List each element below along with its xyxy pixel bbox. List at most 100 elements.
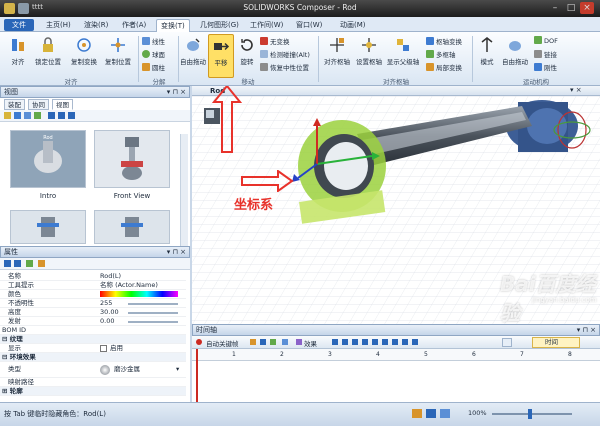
enable-checkbox[interactable] [100, 345, 107, 352]
view-thumbnail-front[interactable] [94, 130, 170, 188]
timeline-ruler[interactable]: 1 2 3 4 5 6 7 8 [192, 349, 600, 402]
opacity-slider[interactable] [128, 303, 178, 305]
copy-position-icon [111, 38, 125, 52]
rigid[interactable]: 刚性 [534, 62, 557, 72]
time-mode-dropdown[interactable]: 时间 [532, 337, 580, 348]
link[interactable]: 链接 [534, 49, 557, 59]
minimize-icon[interactable]: – [548, 2, 562, 14]
render-mode-icon[interactable] [440, 409, 450, 418]
view-mode-icon[interactable] [412, 409, 422, 418]
lock-position-button[interactable]: 锁定位置 [32, 36, 64, 66]
rotate-button[interactable]: 旋转 [236, 36, 258, 66]
set-pivot-icon [362, 38, 376, 52]
sort-icon[interactable] [4, 260, 11, 267]
maximize-icon[interactable]: □ [564, 2, 578, 14]
property-row[interactable]: 不透明性 255 [0, 299, 186, 308]
multi-pivot[interactable]: 多枢轴 [426, 49, 456, 59]
move-up-icon[interactable] [58, 112, 65, 119]
property-row[interactable]: 颜色 [0, 290, 186, 299]
local-transform[interactable]: 局部变换 [426, 62, 462, 72]
property-section[interactable]: ⊟ 纹理 [0, 335, 186, 344]
show-parent-pivot-button[interactable]: 显示父级轴 [386, 36, 420, 66]
property-row[interactable]: 高度 30.00 [0, 308, 186, 317]
property-row[interactable]: 类型 磨沙金属 ▾ [0, 362, 186, 378]
tab-workshops[interactable]: 工作间(W) [246, 19, 287, 32]
property-row[interactable]: 显示 启用 [0, 344, 186, 353]
property-row[interactable]: 映射路径 [0, 378, 186, 387]
alpha-sort-icon[interactable] [14, 260, 21, 267]
subtab-assembly[interactable]: 装配 [4, 99, 25, 110]
color-picker[interactable] [100, 291, 178, 297]
property-row[interactable]: BOM ID [0, 326, 186, 335]
play-view-icon[interactable] [48, 112, 55, 119]
translate-button[interactable]: 平移 [208, 34, 234, 78]
subtab-collaboration[interactable]: 协同 [28, 99, 49, 110]
kinematics-free-drag-button[interactable]: 自由拖动 [500, 36, 530, 66]
auto-keyframe-button[interactable]: 自动关键帧 [206, 338, 239, 348]
pin-icon[interactable]: ▾ ⊓ × [167, 87, 186, 97]
tab-home[interactable]: 主页(H) [42, 19, 75, 32]
tab-geometry[interactable]: 几何图形(G) [196, 19, 243, 32]
pin-icon[interactable]: ▾ ⊓ × [167, 247, 186, 257]
align-button[interactable]: 对齐 [8, 36, 28, 66]
tab-animation[interactable]: 动画(M) [336, 19, 370, 32]
property-row[interactable]: 名称 Rod(L) [0, 272, 186, 281]
effects-menu[interactable]: 效果 [304, 338, 317, 348]
property-row[interactable]: 发射 0.00 [0, 317, 186, 326]
property-section[interactable]: ⊞ 轮廓 [0, 387, 186, 396]
views-scrollbar[interactable] [180, 134, 188, 246]
tab-transform[interactable]: 变换(T) [156, 19, 190, 32]
pivot-transform[interactable]: 枢轴变换 [426, 36, 462, 46]
properties-option-icon[interactable] [38, 260, 45, 267]
restore-neutral[interactable]: 恢复中性位置 [260, 62, 309, 72]
explode-cylindrical[interactable]: 圆柱 [142, 62, 165, 72]
property-row[interactable]: 工具提示 名称 (Actor.Name) [0, 281, 186, 290]
record-icon[interactable] [196, 339, 202, 345]
effects-icon[interactable] [296, 339, 302, 345]
viewport-controls-icon[interactable]: ▾ × [570, 86, 582, 94]
free-drag-button[interactable]: 自由拖动 [180, 36, 206, 66]
view-thumbnail-3[interactable] [10, 210, 86, 244]
display-mode-icon[interactable] [426, 409, 436, 418]
chevron-down-icon[interactable]: ▾ [176, 365, 179, 374]
property-section[interactable]: ⊟ 环境效果 [0, 353, 186, 362]
mode-button[interactable]: 模式 [476, 36, 498, 66]
explode-spherical[interactable]: 球面 [142, 49, 165, 59]
group-separator [318, 36, 319, 82]
tab-render[interactable]: 渲染(R) [80, 19, 112, 32]
pin-icon[interactable]: ▾ ⊓ × [577, 325, 596, 335]
close-icon[interactable]: × [580, 2, 594, 14]
playback-icon[interactable] [260, 339, 266, 345]
height-slider[interactable] [128, 312, 178, 314]
play-icon[interactable] [270, 339, 276, 345]
align-pivot-button[interactable]: 对齐枢轴 [322, 36, 352, 66]
zoom-slider-thumb[interactable] [528, 409, 532, 419]
viewport[interactable]: Rod ▾ × 坐标系 Bai百度经验 jingyan.baidu.com [192, 86, 600, 324]
tab-file[interactable]: 文件 [4, 19, 34, 31]
no-transform[interactable]: 无变换 [260, 36, 290, 46]
zoom-fit-icon[interactable] [502, 338, 512, 347]
view-thumbnail-4[interactable] [94, 210, 170, 244]
camera-icon[interactable] [282, 339, 288, 345]
zoom-slider[interactable] [492, 413, 572, 415]
explode-linear[interactable]: 线性 [142, 36, 165, 46]
new-view-icon[interactable] [4, 112, 11, 119]
dof[interactable]: DOF [534, 36, 558, 45]
copy-transform-button[interactable]: 复制变换 [68, 36, 100, 66]
tab-window[interactable]: 窗口(W) [292, 19, 326, 32]
copy-position-button[interactable]: 复制位置 [102, 36, 134, 66]
emission-slider[interactable] [128, 321, 178, 323]
view-filter-icon[interactable] [34, 112, 41, 119]
view-option-icon[interactable] [24, 112, 31, 119]
transport-controls[interactable] [332, 339, 422, 345]
keyframe-icon[interactable] [250, 339, 256, 345]
set-pivot-button[interactable]: 设置枢轴 [354, 36, 384, 66]
tab-author[interactable]: 作者(A) [118, 19, 150, 32]
update-view-icon[interactable] [14, 112, 21, 119]
view-thumbnail-intro[interactable]: Rod [10, 130, 86, 188]
filter-icon[interactable] [26, 260, 33, 267]
playhead[interactable] [196, 349, 198, 402]
check-collision[interactable]: 检测碰撞(Alt) [260, 49, 310, 59]
subtab-views[interactable]: 视图 [52, 99, 73, 110]
move-down-icon[interactable] [68, 112, 75, 119]
